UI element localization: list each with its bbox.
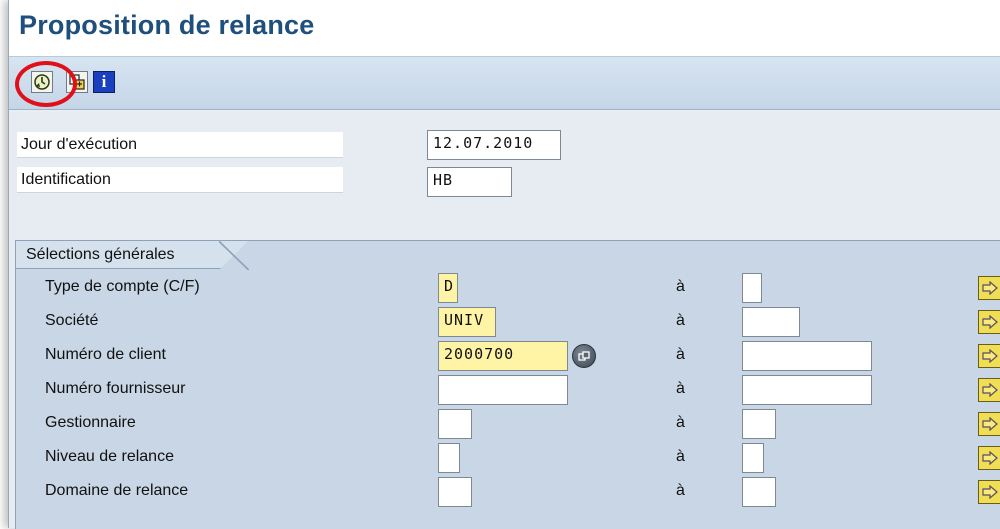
- matchcode-button[interactable]: [572, 344, 596, 368]
- selection-label: Type de compte (C/F): [45, 278, 200, 295]
- multiple-selection-button[interactable]: [978, 412, 1000, 436]
- arrow-right-icon: [982, 485, 998, 499]
- to-label: à: [676, 414, 685, 431]
- execute-button[interactable]: [31, 71, 53, 93]
- group-tab-edge: [219, 241, 249, 270]
- selection-row: Domaine de relance à: [24, 475, 1000, 509]
- to-label: à: [676, 346, 685, 363]
- multiple-selection-button[interactable]: [978, 378, 1000, 402]
- to-label: à: [676, 380, 685, 397]
- dunning-area-from-field[interactable]: [438, 477, 472, 507]
- selection-label: Numéro fournisseur: [45, 380, 186, 397]
- multiple-selection-button[interactable]: [978, 480, 1000, 504]
- customer-number-to-field[interactable]: [742, 341, 872, 371]
- to-label: à: [676, 448, 685, 465]
- title-bar: Proposition de relance: [9, 0, 1000, 56]
- multiple-selection-button[interactable]: [978, 446, 1000, 470]
- info-icon: i: [101, 72, 107, 91]
- multiple-selection-button[interactable]: [978, 310, 1000, 334]
- general-selections-tab: Sélections générales: [16, 241, 248, 269]
- vendor-number-from-field[interactable]: [438, 375, 568, 405]
- account-type-from-field[interactable]: D: [438, 273, 458, 303]
- multiple-selection-button[interactable]: [978, 344, 1000, 368]
- selection-row: Numéro de client 2000700 à: [24, 339, 1000, 373]
- to-label: à: [676, 312, 685, 329]
- selection-row: Société UNIV à: [24, 305, 1000, 339]
- get-variant-icon: [69, 74, 85, 90]
- arrow-right-icon: [982, 417, 998, 431]
- get-variant-button[interactable]: [66, 71, 88, 93]
- selection-screen: Jour d'exécution 12.07.2010 Identificati…: [9, 112, 1000, 529]
- application-toolbar: i: [9, 56, 1000, 110]
- customer-number-from-field[interactable]: 2000700: [438, 341, 568, 371]
- selection-row: Type de compte (C/F) D à: [24, 271, 1000, 305]
- sap-window: Proposition de relance i Jour d'exécutio…: [8, 0, 1000, 529]
- selection-row: Numéro fournisseur à: [24, 373, 1000, 407]
- page-title: Proposition de relance: [19, 10, 315, 40]
- info-button[interactable]: i: [93, 71, 115, 93]
- arrow-right-icon: [982, 315, 998, 329]
- dunning-area-to-field[interactable]: [742, 477, 776, 507]
- identification-label: Identification: [21, 170, 111, 188]
- company-to-field[interactable]: [742, 307, 800, 337]
- selection-label: Domaine de relance: [45, 482, 189, 499]
- general-selections-title: Sélections générales: [26, 245, 175, 263]
- selection-row: Niveau de relance à: [24, 441, 1000, 475]
- general-selections-group: Sélections générales Type de compte (C/F…: [15, 240, 1000, 529]
- arrow-right-icon: [982, 451, 998, 465]
- selection-row: Gestionnaire à: [24, 407, 1000, 441]
- dunning-level-to-field[interactable]: [742, 443, 764, 473]
- execution-day-label-cell: Jour d'exécution: [17, 132, 343, 158]
- execution-day-label: Jour d'exécution: [21, 135, 138, 153]
- identification-field[interactable]: HB: [427, 167, 512, 197]
- selection-label: Gestionnaire: [45, 414, 136, 431]
- arrow-right-icon: [982, 383, 998, 397]
- execution-day-field[interactable]: 12.07.2010: [427, 130, 561, 160]
- selection-label: Numéro de client: [45, 346, 166, 363]
- arrow-right-icon: [982, 349, 998, 363]
- selection-label: Niveau de relance: [45, 448, 174, 465]
- execute-clock-icon: [34, 74, 50, 90]
- vendor-number-to-field[interactable]: [742, 375, 872, 405]
- to-label: à: [676, 278, 685, 295]
- selection-label: Société: [45, 312, 99, 329]
- accounting-clerk-to-field[interactable]: [742, 409, 776, 439]
- identification-label-cell: Identification: [17, 167, 343, 193]
- multiple-selection-button[interactable]: [978, 276, 1000, 300]
- account-type-to-field[interactable]: [742, 273, 762, 303]
- to-label: à: [676, 482, 685, 499]
- matchcode-icon: [578, 351, 590, 361]
- dunning-level-from-field[interactable]: [438, 443, 460, 473]
- company-from-field[interactable]: UNIV: [438, 307, 496, 337]
- arrow-right-icon: [982, 281, 998, 295]
- accounting-clerk-from-field[interactable]: [438, 409, 472, 439]
